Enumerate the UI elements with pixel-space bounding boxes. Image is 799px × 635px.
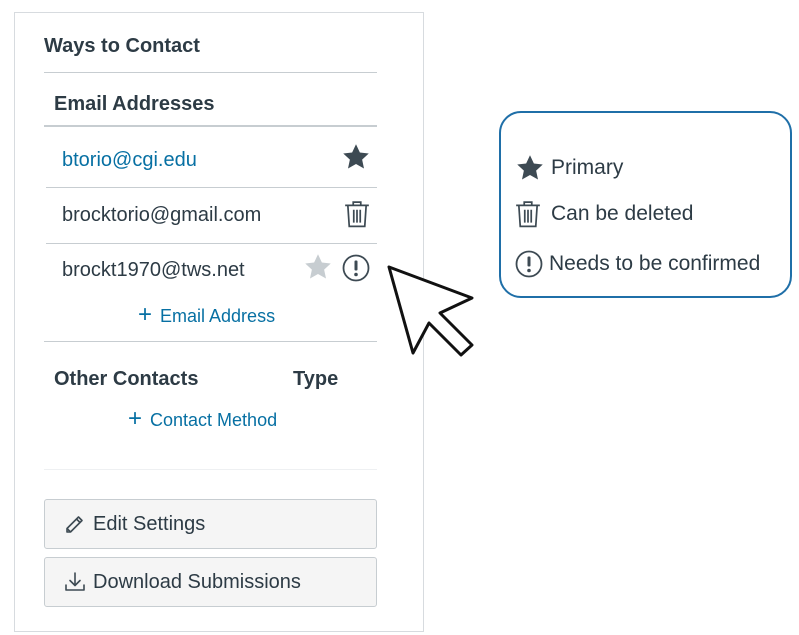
add-contact-method-link[interactable]: + Contact Method	[128, 405, 278, 432]
panel-title: Ways to Contact	[44, 35, 200, 57]
divider	[46, 243, 377, 244]
divider	[44, 469, 377, 470]
icon-legend: Primary Can be deleted Needs to be confi…	[499, 111, 792, 298]
email-primary[interactable]: btorio@cgi.edu	[62, 149, 197, 172]
email-unconfirmed[interactable]: brockt1970@tws.net	[62, 259, 245, 282]
star-outline-icon[interactable]	[303, 252, 333, 282]
add-email-address-label: Email Address	[160, 305, 276, 326]
email-secondary[interactable]: brocktorio@gmail.com	[62, 204, 261, 227]
legend-item-deletable: Can be deleted	[515, 200, 693, 228]
type-heading: Type	[293, 368, 339, 390]
legend-label: Needs to be confirmed	[549, 252, 761, 275]
trash-icon[interactable]	[344, 200, 370, 228]
download-submissions-label: Download Submissions	[93, 570, 301, 593]
star-icon[interactable]	[341, 142, 371, 172]
divider	[46, 187, 377, 188]
ways-to-contact-panel: Ways to Contact Email Addresses btorio@c…	[14, 12, 424, 632]
add-email-address-link[interactable]: + Email Address	[138, 301, 276, 328]
divider	[44, 72, 377, 73]
divider	[44, 125, 377, 127]
exclamation-circle-icon[interactable]	[342, 254, 370, 282]
download-icon	[65, 572, 85, 591]
add-contact-method-label: Contact Method	[150, 409, 278, 430]
star-icon	[517, 155, 543, 180]
edit-settings-label: Edit Settings	[93, 512, 206, 535]
legend-item-primary: Primary	[515, 153, 623, 183]
plus-icon: +	[138, 301, 153, 328]
trash-icon	[516, 201, 540, 228]
other-contacts-heading: Other Contacts	[54, 368, 199, 390]
legend-label: Can be deleted	[551, 202, 694, 225]
email-addresses-heading: Email Addresses	[54, 93, 215, 115]
legend-item-unconfirmed: Needs to be confirmed	[515, 250, 760, 278]
download-submissions-button[interactable]: Download Submissions	[44, 557, 377, 607]
mouse-pointer-icon	[387, 265, 474, 357]
legend-label: Primary	[551, 156, 624, 179]
exclamation-circle-icon	[515, 250, 543, 278]
divider	[44, 341, 377, 342]
plus-icon: +	[128, 405, 143, 432]
pencil-icon	[66, 516, 83, 533]
edit-settings-button[interactable]: Edit Settings	[44, 499, 377, 549]
